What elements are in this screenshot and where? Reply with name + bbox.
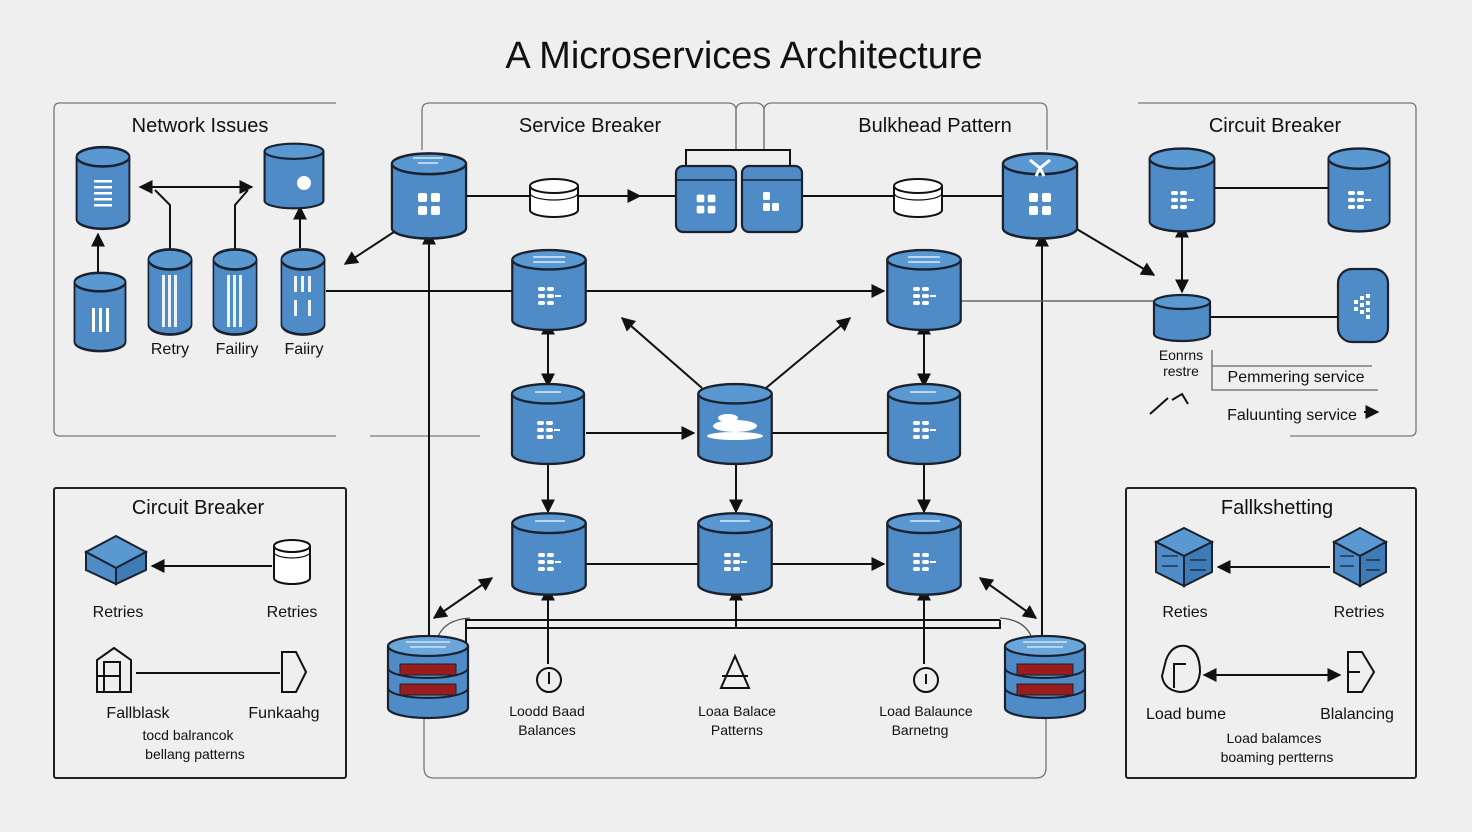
shield-icon (1347, 651, 1376, 693)
circuit-breaker-bottom-title: Circuit Breaker (132, 497, 265, 519)
cb-node-label-line2: restre (1163, 363, 1199, 379)
bulkhead-node-left (674, 164, 738, 234)
lb-label-2-line1: Loaa Balace (698, 703, 776, 719)
funkaahg-label: Funkaahg (248, 705, 319, 722)
storage-rack-right (1003, 634, 1087, 720)
storage-rack-left (386, 634, 470, 720)
retries-label-left: Retries (93, 604, 144, 621)
pemmering-service-label: Pemmering service (1228, 369, 1365, 386)
circuit-breaker-top-title: Circuit Breaker (1209, 115, 1342, 137)
faiiry-label: Faiiry (284, 341, 323, 358)
shield-icon (281, 651, 308, 693)
cache-node-left (529, 178, 579, 218)
cb-node-2 (1327, 147, 1391, 233)
fk-caption-line2: boaming pertterns (1221, 749, 1334, 765)
cb-node-label-line1: Eonrns (1159, 347, 1203, 363)
load-balancer-frame (423, 660, 1047, 779)
panel-joint-frame (735, 102, 765, 150)
cb-node-1 (1148, 147, 1216, 233)
fk-caption-line1: Load balamces (1227, 730, 1322, 746)
lb-label-3-line1: Load Balaunce (879, 703, 973, 719)
fallblask-label: Fallblask (106, 705, 170, 722)
cb-node-4 (1336, 267, 1390, 344)
cb-caption-line1: tocd balrancok (142, 727, 234, 743)
lb-label-1-line1: Loodd Baad (509, 703, 585, 719)
lb-label-1-line2: Balances (518, 722, 576, 738)
cb-caption-line2: bellang patterns (145, 746, 245, 762)
fallkshetting-title: Fallkshetting (1221, 497, 1333, 519)
bars-icon (92, 308, 109, 332)
retries-label-right: Retries (267, 604, 318, 621)
lb-label-2-line2: Patterns (711, 722, 763, 738)
service-breaker-node (390, 152, 468, 240)
cube-icon (83, 534, 149, 586)
cube-grid-icon-right (1331, 526, 1389, 588)
network-issues-title: Network Issues (132, 115, 269, 137)
network-db-status (263, 142, 325, 210)
retries-label-fk: Retries (1334, 604, 1385, 621)
cache-node-right (893, 178, 943, 218)
lb-label-3-line2: Barnetng (892, 722, 949, 738)
reties-label: Reties (1162, 604, 1207, 621)
cb-node-3 (1152, 293, 1212, 343)
failiry-label: Failiry (216, 341, 259, 358)
building-icon (96, 646, 132, 693)
bulkhead-pattern-title: Bulkhead Pattern (858, 115, 1011, 137)
database-outline-icon (273, 539, 311, 585)
cube-grid-icon-left (1153, 526, 1215, 588)
bulkhead-node-right (740, 164, 804, 234)
retry-label: Retry (151, 341, 189, 358)
service-breaker-title: Service Breaker (519, 115, 662, 137)
lock-icon (1160, 644, 1202, 694)
faluunting-service-label: Faluunting service (1227, 407, 1357, 424)
load-bume-label: Load bume (1146, 706, 1226, 723)
architecture-diagram: A Microservices Architecture Network Iss… (53, 35, 1417, 779)
diagram-title: A Microservices Architecture (505, 35, 982, 77)
status-dot-icon (297, 176, 311, 190)
info-icon (913, 667, 939, 693)
blalancing-label: Blalancing (1320, 706, 1394, 723)
triangle-warning-icon (719, 653, 751, 689)
